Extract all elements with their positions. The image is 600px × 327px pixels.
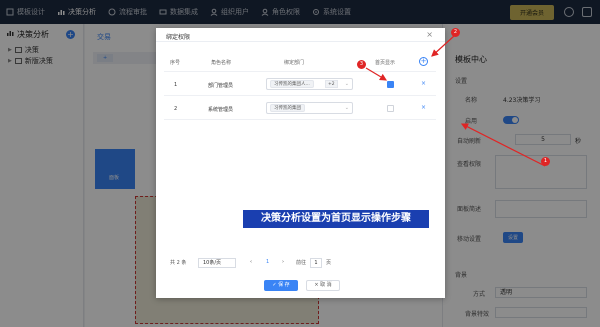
chevron-down-icon: ⌄ [344,105,349,111]
col-role: 角色名称 [211,60,232,66]
row1-index: 1 [174,82,178,88]
row1-delete-icon[interactable]: × [421,80,426,87]
bind-permission-dialog: 绑定权限 × 序号 角色名称 绑定部门 首页显示 + 1 部门管理员 习传凯的集… [156,28,445,298]
step-badge-1: 1 [541,157,550,166]
annotation-banner: 决策分析设置为首页显示操作步骤 [243,210,429,228]
page-size-select[interactable]: 10条/页 [198,258,236,268]
row2-delete-icon[interactable]: × [421,104,426,111]
step-badge-2: 2 [451,28,460,37]
row1-role: 部门管理员 [208,83,234,89]
more-tag: +2 [325,80,338,88]
save-button[interactable]: ✓ 保 存 [264,280,298,291]
divider [164,71,436,72]
divider [164,95,436,96]
close-icon[interactable]: × [426,30,433,39]
goto-input[interactable]: 1 [310,258,322,268]
page-number[interactable]: 1 [266,259,269,265]
col-index: 序号 [170,60,181,66]
col-home: 首页显示 [375,60,396,66]
row2-index: 2 [174,106,178,112]
dialog-header: 绑定权限 × [156,28,445,42]
row2-role: 系统管理员 [208,107,234,113]
cancel-button[interactable]: × 取 消 [306,280,340,291]
row1-dept-select[interactable]: 习传凯的集团人... +2 ⌄ [266,78,353,90]
dialog-title: 绑定权限 [166,34,191,41]
next-page-icon[interactable]: › [282,259,284,265]
prev-page-icon[interactable]: ‹ [250,259,252,265]
divider [164,119,436,120]
col-dept: 绑定部门 [284,60,305,66]
row2-dept-select[interactable]: 习传凯的集团 ⌄ [266,102,353,114]
add-row-icon[interactable]: + [419,57,428,66]
step-badge-3: 3 [357,60,366,69]
chevron-down-icon: ⌄ [344,81,349,87]
pager-total: 共 2 条 [170,260,187,266]
dept-tag[interactable]: 习传凯的集团 [270,104,305,112]
goto-label: 前往 [296,260,307,266]
dept-tag[interactable]: 习传凯的集团人... [270,80,314,88]
page-unit: 页 [326,260,332,266]
row1-home-checkbox[interactable] [387,81,394,88]
row2-home-checkbox[interactable] [387,105,394,112]
